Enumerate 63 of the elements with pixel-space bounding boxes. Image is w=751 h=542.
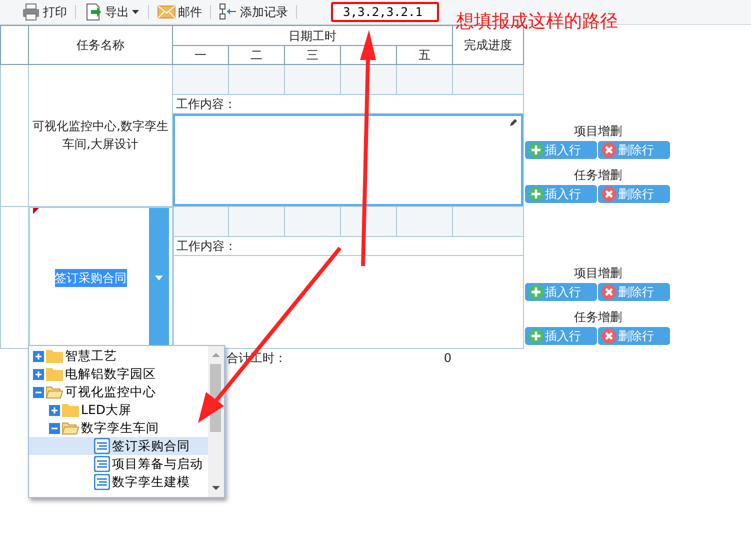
hours-cell[interactable]: [452, 64, 524, 94]
plus-icon: [528, 186, 544, 202]
plus-icon: [528, 142, 544, 158]
hours-cell[interactable]: [228, 206, 284, 236]
toolbar-button[interactable]: 导出: [82, 3, 142, 21]
document-icon: [94, 438, 110, 454]
action-label: 任务增删: [572, 166, 623, 184]
hours-cell[interactable]: [228, 64, 284, 94]
folder-icon: [46, 385, 63, 399]
tree-item[interactable]: 电解铝数字园区: [29, 365, 158, 383]
tree-item[interactable]: 智慧工艺: [29, 347, 119, 365]
folder-icon: [62, 403, 79, 417]
close-icon: [600, 186, 617, 202]
close-icon: [600, 142, 617, 158]
action-label: 任务增删: [572, 308, 623, 326]
action-label: 项目增删: [572, 122, 623, 140]
hours-cell[interactable]: [172, 64, 228, 94]
path-field[interactable]: 3,3.2,3.2.1: [331, 2, 439, 22]
column-header: 日期工时: [172, 26, 452, 46]
dropdown-button[interactable]: [148, 208, 168, 348]
pencil-icon: [510, 118, 518, 126]
close-icon: [600, 328, 617, 344]
export-icon: [84, 3, 103, 21]
field-label: 工作内容：: [172, 236, 524, 256]
hours-cell[interactable]: [452, 206, 524, 236]
envelope-icon: [157, 3, 176, 21]
add-record-icon: [219, 3, 238, 21]
plus-icon: [33, 368, 44, 380]
hours-cell[interactable]: [172, 206, 228, 236]
toolbar-button[interactable]: 邮件: [155, 3, 204, 21]
folder-icon: [46, 349, 63, 363]
tree-item[interactable]: 项目筹备与启动: [29, 455, 205, 473]
scrollbar[interactable]: [208, 346, 224, 497]
plus-icon: [33, 350, 44, 362]
tree-item[interactable]: 数字孪生建模: [29, 473, 192, 491]
hours-cell[interactable]: [396, 206, 452, 236]
document-icon: [94, 456, 110, 472]
field-label: 工作内容：: [172, 94, 524, 114]
toolbar-button[interactable]: 打印: [20, 3, 69, 21]
printer-icon: [22, 3, 41, 21]
plus-icon: [528, 284, 544, 300]
plus-icon: [49, 404, 60, 416]
minus-icon: [33, 386, 44, 398]
hours-cell[interactable]: [396, 64, 452, 94]
close-icon: [600, 284, 617, 300]
tree-item[interactable]: 数字孪生车间: [29, 419, 161, 437]
work-content-field[interactable]: [173, 114, 523, 206]
plus-icon: [528, 328, 544, 344]
hours-cell[interactable]: [284, 64, 340, 94]
corner-flag-icon: [32, 208, 38, 214]
minus-icon: [49, 422, 60, 434]
toolbar-button[interactable]: 添加记录: [217, 3, 290, 21]
tree-item[interactable]: 可视化监控中心: [29, 383, 158, 401]
folder-icon: [62, 421, 79, 435]
tree-item[interactable]: LED大屏: [29, 401, 134, 419]
hours-cell[interactable]: [284, 206, 340, 236]
document-icon: [94, 474, 110, 490]
column-header: 任务名称: [28, 26, 172, 64]
tree-item[interactable]: 签订采购合同: [29, 437, 208, 455]
action-label: 项目增删: [572, 264, 623, 282]
folder-icon: [46, 367, 63, 381]
caret-icon: [154, 274, 162, 280]
total-value: 0: [444, 350, 452, 367]
